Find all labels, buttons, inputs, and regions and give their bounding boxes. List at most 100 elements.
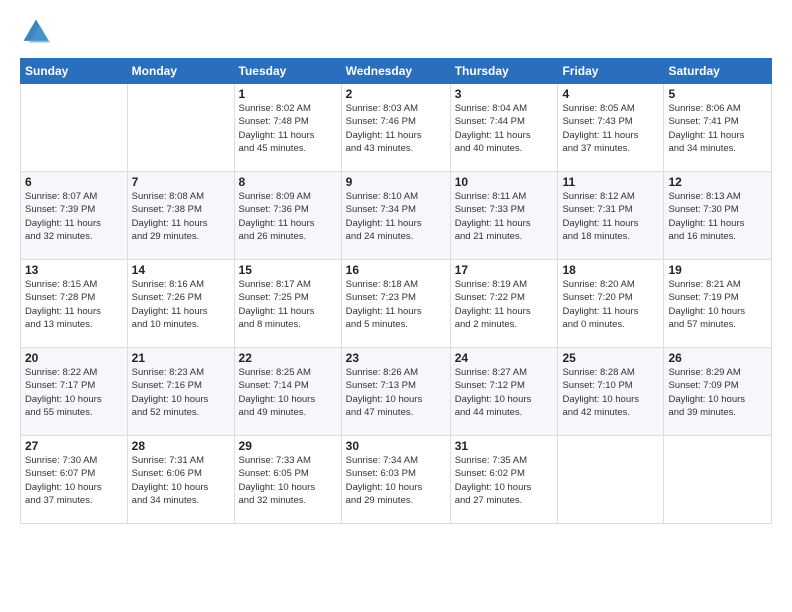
calendar-cell: 20Sunrise: 8:22 AM Sunset: 7:17 PM Dayli… xyxy=(21,348,128,436)
day-info: Sunrise: 8:20 AM Sunset: 7:20 PM Dayligh… xyxy=(562,278,659,331)
day-info: Sunrise: 8:19 AM Sunset: 7:22 PM Dayligh… xyxy=(455,278,554,331)
calendar-cell: 25Sunrise: 8:28 AM Sunset: 7:10 PM Dayli… xyxy=(558,348,664,436)
day-info: Sunrise: 8:02 AM Sunset: 7:48 PM Dayligh… xyxy=(239,102,337,155)
day-info: Sunrise: 8:13 AM Sunset: 7:30 PM Dayligh… xyxy=(668,190,767,243)
col-header-monday: Monday xyxy=(127,59,234,84)
day-number: 21 xyxy=(132,351,230,365)
day-number: 3 xyxy=(455,87,554,101)
calendar-cell: 9Sunrise: 8:10 AM Sunset: 7:34 PM Daylig… xyxy=(341,172,450,260)
day-number: 9 xyxy=(346,175,446,189)
calendar-cell: 5Sunrise: 8:06 AM Sunset: 7:41 PM Daylig… xyxy=(664,84,772,172)
logo-icon xyxy=(20,16,52,48)
calendar-cell xyxy=(21,84,128,172)
day-number: 5 xyxy=(668,87,767,101)
day-number: 11 xyxy=(562,175,659,189)
day-number: 4 xyxy=(562,87,659,101)
calendar-cell: 30Sunrise: 7:34 AM Sunset: 6:03 PM Dayli… xyxy=(341,436,450,524)
day-info: Sunrise: 8:16 AM Sunset: 7:26 PM Dayligh… xyxy=(132,278,230,331)
day-info: Sunrise: 8:28 AM Sunset: 7:10 PM Dayligh… xyxy=(562,366,659,419)
calendar-cell: 3Sunrise: 8:04 AM Sunset: 7:44 PM Daylig… xyxy=(450,84,558,172)
day-number: 8 xyxy=(239,175,337,189)
col-header-thursday: Thursday xyxy=(450,59,558,84)
page: SundayMondayTuesdayWednesdayThursdayFrid… xyxy=(0,0,792,612)
day-info: Sunrise: 8:18 AM Sunset: 7:23 PM Dayligh… xyxy=(346,278,446,331)
day-info: Sunrise: 8:26 AM Sunset: 7:13 PM Dayligh… xyxy=(346,366,446,419)
calendar-cell: 2Sunrise: 8:03 AM Sunset: 7:46 PM Daylig… xyxy=(341,84,450,172)
day-number: 24 xyxy=(455,351,554,365)
day-number: 17 xyxy=(455,263,554,277)
calendar-week-5: 27Sunrise: 7:30 AM Sunset: 6:07 PM Dayli… xyxy=(21,436,772,524)
day-number: 26 xyxy=(668,351,767,365)
day-info: Sunrise: 8:07 AM Sunset: 7:39 PM Dayligh… xyxy=(25,190,123,243)
calendar-cell: 8Sunrise: 8:09 AM Sunset: 7:36 PM Daylig… xyxy=(234,172,341,260)
calendar-cell: 22Sunrise: 8:25 AM Sunset: 7:14 PM Dayli… xyxy=(234,348,341,436)
calendar-cell xyxy=(127,84,234,172)
header xyxy=(20,16,772,48)
day-info: Sunrise: 8:08 AM Sunset: 7:38 PM Dayligh… xyxy=(132,190,230,243)
day-info: Sunrise: 8:05 AM Sunset: 7:43 PM Dayligh… xyxy=(562,102,659,155)
day-info: Sunrise: 7:35 AM Sunset: 6:02 PM Dayligh… xyxy=(455,454,554,507)
calendar-cell: 18Sunrise: 8:20 AM Sunset: 7:20 PM Dayli… xyxy=(558,260,664,348)
calendar-cell: 4Sunrise: 8:05 AM Sunset: 7:43 PM Daylig… xyxy=(558,84,664,172)
day-number: 16 xyxy=(346,263,446,277)
logo xyxy=(20,16,56,48)
col-header-wednesday: Wednesday xyxy=(341,59,450,84)
calendar-cell: 16Sunrise: 8:18 AM Sunset: 7:23 PM Dayli… xyxy=(341,260,450,348)
day-info: Sunrise: 8:03 AM Sunset: 7:46 PM Dayligh… xyxy=(346,102,446,155)
calendar-cell: 19Sunrise: 8:21 AM Sunset: 7:19 PM Dayli… xyxy=(664,260,772,348)
day-number: 12 xyxy=(668,175,767,189)
day-number: 28 xyxy=(132,439,230,453)
day-number: 25 xyxy=(562,351,659,365)
day-info: Sunrise: 8:22 AM Sunset: 7:17 PM Dayligh… xyxy=(25,366,123,419)
calendar-cell: 26Sunrise: 8:29 AM Sunset: 7:09 PM Dayli… xyxy=(664,348,772,436)
day-info: Sunrise: 8:21 AM Sunset: 7:19 PM Dayligh… xyxy=(668,278,767,331)
calendar-cell: 24Sunrise: 8:27 AM Sunset: 7:12 PM Dayli… xyxy=(450,348,558,436)
day-info: Sunrise: 8:09 AM Sunset: 7:36 PM Dayligh… xyxy=(239,190,337,243)
calendar-week-1: 1Sunrise: 8:02 AM Sunset: 7:48 PM Daylig… xyxy=(21,84,772,172)
day-info: Sunrise: 8:29 AM Sunset: 7:09 PM Dayligh… xyxy=(668,366,767,419)
calendar-cell: 21Sunrise: 8:23 AM Sunset: 7:16 PM Dayli… xyxy=(127,348,234,436)
day-number: 14 xyxy=(132,263,230,277)
calendar-cell: 11Sunrise: 8:12 AM Sunset: 7:31 PM Dayli… xyxy=(558,172,664,260)
day-number: 23 xyxy=(346,351,446,365)
day-number: 6 xyxy=(25,175,123,189)
calendar-cell: 1Sunrise: 8:02 AM Sunset: 7:48 PM Daylig… xyxy=(234,84,341,172)
day-number: 1 xyxy=(239,87,337,101)
day-info: Sunrise: 8:10 AM Sunset: 7:34 PM Dayligh… xyxy=(346,190,446,243)
calendar-cell: 31Sunrise: 7:35 AM Sunset: 6:02 PM Dayli… xyxy=(450,436,558,524)
day-number: 18 xyxy=(562,263,659,277)
day-info: Sunrise: 8:06 AM Sunset: 7:41 PM Dayligh… xyxy=(668,102,767,155)
day-number: 13 xyxy=(25,263,123,277)
day-number: 22 xyxy=(239,351,337,365)
day-number: 10 xyxy=(455,175,554,189)
calendar-cell: 17Sunrise: 8:19 AM Sunset: 7:22 PM Dayli… xyxy=(450,260,558,348)
day-number: 30 xyxy=(346,439,446,453)
day-number: 29 xyxy=(239,439,337,453)
calendar-cell: 15Sunrise: 8:17 AM Sunset: 7:25 PM Dayli… xyxy=(234,260,341,348)
calendar-header-row: SundayMondayTuesdayWednesdayThursdayFrid… xyxy=(21,59,772,84)
col-header-sunday: Sunday xyxy=(21,59,128,84)
day-info: Sunrise: 7:31 AM Sunset: 6:06 PM Dayligh… xyxy=(132,454,230,507)
col-header-tuesday: Tuesday xyxy=(234,59,341,84)
calendar-cell xyxy=(558,436,664,524)
calendar-cell: 23Sunrise: 8:26 AM Sunset: 7:13 PM Dayli… xyxy=(341,348,450,436)
day-info: Sunrise: 7:30 AM Sunset: 6:07 PM Dayligh… xyxy=(25,454,123,507)
day-info: Sunrise: 8:17 AM Sunset: 7:25 PM Dayligh… xyxy=(239,278,337,331)
calendar-cell: 12Sunrise: 8:13 AM Sunset: 7:30 PM Dayli… xyxy=(664,172,772,260)
col-header-saturday: Saturday xyxy=(664,59,772,84)
col-header-friday: Friday xyxy=(558,59,664,84)
day-info: Sunrise: 8:27 AM Sunset: 7:12 PM Dayligh… xyxy=(455,366,554,419)
day-info: Sunrise: 8:04 AM Sunset: 7:44 PM Dayligh… xyxy=(455,102,554,155)
day-number: 27 xyxy=(25,439,123,453)
day-info: Sunrise: 8:15 AM Sunset: 7:28 PM Dayligh… xyxy=(25,278,123,331)
calendar-week-4: 20Sunrise: 8:22 AM Sunset: 7:17 PM Dayli… xyxy=(21,348,772,436)
day-number: 20 xyxy=(25,351,123,365)
day-number: 2 xyxy=(346,87,446,101)
day-info: Sunrise: 8:12 AM Sunset: 7:31 PM Dayligh… xyxy=(562,190,659,243)
calendar-cell: 7Sunrise: 8:08 AM Sunset: 7:38 PM Daylig… xyxy=(127,172,234,260)
day-info: Sunrise: 8:25 AM Sunset: 7:14 PM Dayligh… xyxy=(239,366,337,419)
calendar-cell: 29Sunrise: 7:33 AM Sunset: 6:05 PM Dayli… xyxy=(234,436,341,524)
calendar-week-3: 13Sunrise: 8:15 AM Sunset: 7:28 PM Dayli… xyxy=(21,260,772,348)
day-info: Sunrise: 8:11 AM Sunset: 7:33 PM Dayligh… xyxy=(455,190,554,243)
calendar-cell xyxy=(664,436,772,524)
